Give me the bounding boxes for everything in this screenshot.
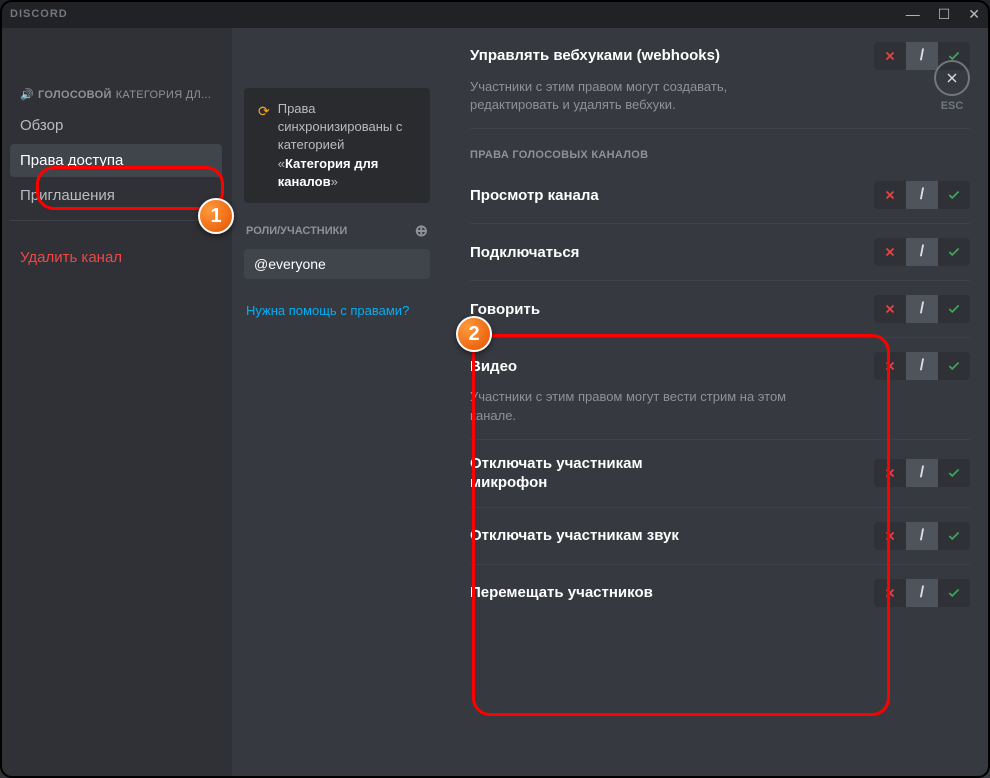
allow-icon[interactable] xyxy=(938,459,970,487)
deny-icon[interactable] xyxy=(874,522,906,550)
passthrough-icon[interactable]: / xyxy=(906,181,938,209)
allow-icon[interactable] xyxy=(938,295,970,323)
perm-video: Видео / Участники с этим правом могут ве… xyxy=(470,338,970,439)
sync-text: Права синхронизированы с категорией «Кат… xyxy=(278,100,416,191)
sync-text-2: Категория для каналов xyxy=(278,156,379,189)
perm-webhooks-desc: Участники с этим правом могут создавать,… xyxy=(470,78,790,114)
perm-connect-title: Подключаться xyxy=(470,243,579,263)
help-link[interactable]: Нужна помощь с правами? xyxy=(244,303,430,318)
maximize-icon[interactable]: ☐ xyxy=(938,6,951,23)
close-window-icon[interactable]: ✕ xyxy=(968,6,980,23)
toggle-move[interactable]: / xyxy=(874,579,970,607)
sync-notice: ⟳ Права синхронизированы с категорией «К… xyxy=(244,88,430,203)
perm-move-title: Перемещать участников xyxy=(470,583,653,603)
allow-icon[interactable] xyxy=(938,238,970,266)
deny-icon[interactable] xyxy=(874,295,906,323)
sidebar-header-prefix: ГОЛОСОВОЙ xyxy=(38,89,112,101)
perm-move: Перемещать участников / xyxy=(470,565,970,621)
deny-icon[interactable] xyxy=(874,352,906,380)
toggle-speak[interactable]: / xyxy=(874,295,970,323)
sidebar-item-permissions[interactable]: Права доступа xyxy=(10,144,222,177)
deny-icon[interactable] xyxy=(874,459,906,487)
passthrough-icon[interactable]: / xyxy=(906,352,938,380)
sidebar-header: 🔊 ГОЛОСОВОЙ КАТЕГОРИЯ ДЛ... xyxy=(10,88,222,109)
deny-icon[interactable] xyxy=(874,579,906,607)
allow-icon[interactable] xyxy=(938,522,970,550)
add-role-icon[interactable]: ⊕ xyxy=(415,221,428,241)
esc-label: ESC xyxy=(941,100,964,112)
perm-webhooks-title: Управлять вебхуками (webhooks) xyxy=(470,46,720,66)
toggle-deafen[interactable]: / xyxy=(874,522,970,550)
perm-mute: Отключать участникам микрофон / xyxy=(470,440,970,508)
passthrough-icon[interactable]: / xyxy=(906,579,938,607)
perm-webhooks: Управлять вебхуками (webhooks) / Участни… xyxy=(470,28,970,129)
minimize-icon[interactable]: — xyxy=(906,6,920,23)
roles-header: РОЛИ/УЧАСТНИКИ ⊕ xyxy=(244,221,430,241)
perm-connect: Подключаться / xyxy=(470,224,970,281)
passthrough-icon[interactable]: / xyxy=(906,238,938,266)
perm-speak: Говорить / xyxy=(470,281,970,338)
sidebar-item-overview[interactable]: Обзор xyxy=(10,109,222,142)
passthrough-icon[interactable]: / xyxy=(906,295,938,323)
allow-icon[interactable] xyxy=(938,181,970,209)
toggle-mute[interactable]: / xyxy=(874,459,970,487)
roles-column: ⟳ Права синхронизированы с категорией «К… xyxy=(232,28,442,778)
allow-icon[interactable] xyxy=(938,352,970,380)
toggle-connect[interactable]: / xyxy=(874,238,970,266)
sync-icon: ⟳ xyxy=(258,102,270,191)
perm-deafen-title: Отключать участникам звук xyxy=(470,526,679,546)
deny-icon[interactable] xyxy=(874,42,906,70)
sidebar-header-suffix: КАТЕГОРИЯ ДЛ... xyxy=(116,89,211,101)
app-logo: DISCORD xyxy=(10,8,68,20)
perm-deafen: Отключать участникам звук / xyxy=(470,508,970,565)
perm-mute-title: Отключать участникам микрофон xyxy=(470,454,720,493)
close-button[interactable] xyxy=(934,60,970,96)
sidebar-item-invites[interactable]: Приглашения xyxy=(10,179,222,212)
deny-icon[interactable] xyxy=(874,238,906,266)
titlebar: DISCORD — ☐ ✕ xyxy=(0,0,990,28)
perm-speak-title: Говорить xyxy=(470,300,540,320)
perm-view-title: Просмотр канала xyxy=(470,186,599,206)
allow-icon[interactable] xyxy=(938,579,970,607)
toggle-video[interactable]: / xyxy=(874,352,970,380)
close-esc: ESC xyxy=(934,60,970,112)
perm-video-title: Видео xyxy=(470,357,517,377)
perm-video-desc: Участники с этим правом могут вести стри… xyxy=(470,388,790,424)
role-everyone[interactable]: @everyone xyxy=(244,249,430,279)
perm-view: Просмотр канала / xyxy=(470,167,970,224)
sidebar-item-delete[interactable]: Удалить канал xyxy=(10,241,222,274)
section-voice-header: ПРАВА ГОЛОСОВЫХ КАНАЛОВ xyxy=(470,129,970,167)
window-controls: — ☐ ✕ xyxy=(906,6,980,23)
passthrough-icon[interactable]: / xyxy=(906,459,938,487)
toggle-view[interactable]: / xyxy=(874,181,970,209)
passthrough-icon[interactable]: / xyxy=(906,522,938,550)
permissions-content: Управлять вебхуками (webhooks) / Участни… xyxy=(442,28,990,778)
sync-text-3: » xyxy=(331,174,338,189)
volume-icon: 🔊 xyxy=(20,88,34,101)
sidebar: 🔊 ГОЛОСОВОЙ КАТЕГОРИЯ ДЛ... Обзор Права … xyxy=(0,28,232,778)
annotation-badge-1: 1 xyxy=(198,198,234,234)
roles-header-label: РОЛИ/УЧАСТНИКИ xyxy=(246,225,347,237)
annotation-badge-2: 2 xyxy=(456,316,492,352)
sidebar-divider xyxy=(10,220,222,221)
deny-icon[interactable] xyxy=(874,181,906,209)
